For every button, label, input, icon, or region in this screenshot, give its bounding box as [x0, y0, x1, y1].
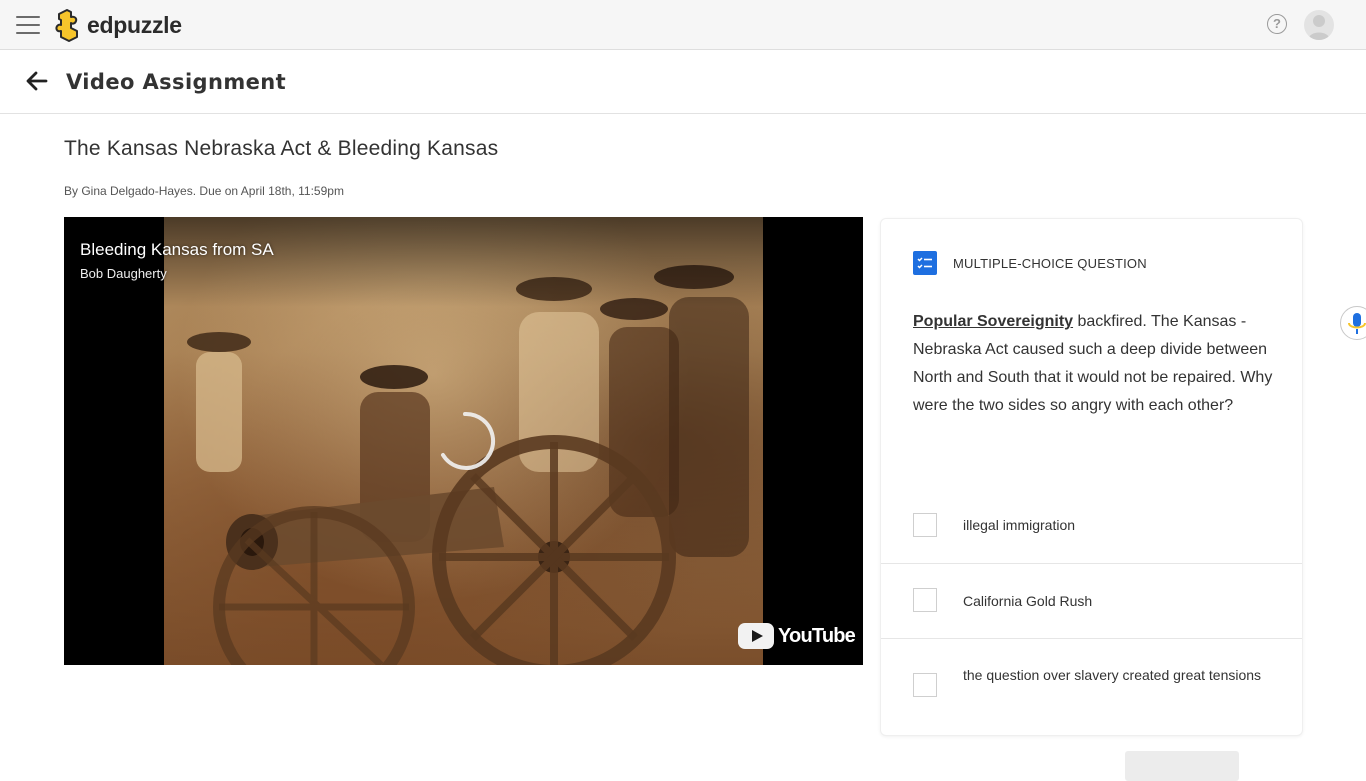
youtube-logo[interactable]: YouTube	[738, 623, 856, 649]
logo-wordmark: edpuzzle	[87, 11, 182, 38]
top-navigation-bar: edpuzzle ?	[0, 0, 1366, 50]
youtube-wordmark: YouTube	[778, 624, 856, 647]
answer-option[interactable]: California Gold Rush	[881, 564, 1302, 638]
youtube-play-icon	[738, 623, 774, 649]
answer-checkbox[interactable]	[913, 588, 937, 612]
user-silhouette-icon	[1308, 15, 1330, 40]
puzzle-piece-icon	[55, 9, 78, 42]
video-title[interactable]: Bleeding Kansas from SA	[80, 240, 274, 260]
question-keyword: Popular Sovereignity	[913, 313, 1074, 330]
page-title: Video Assignment	[66, 70, 287, 94]
microphone-icon	[1348, 313, 1366, 334]
user-avatar[interactable]	[1304, 10, 1334, 40]
assignment-meta: By Gina Delgado-Hayes. Due on April 18th…	[64, 184, 344, 198]
checklist-icon	[913, 251, 937, 275]
loading-spinner-icon	[434, 410, 496, 472]
answer-label[interactable]: illegal immigration	[963, 513, 1263, 537]
video-player[interactable]: Bleeding Kansas from SA Bob Daugherty Yo…	[64, 217, 863, 665]
question-text: Popular Sovereignity backfired. The Kans…	[913, 308, 1273, 420]
answer-label[interactable]: California Gold Rush	[963, 589, 1263, 613]
question-type-label: MULTIPLE-CHOICE QUESTION	[953, 256, 1147, 271]
answer-option[interactable]: illegal immigration	[881, 509, 1302, 563]
hamburger-menu-icon[interactable]	[14, 13, 42, 37]
back-arrow-icon[interactable]	[24, 68, 50, 94]
answer-option[interactable]: the question over slavery created great …	[881, 639, 1302, 735]
assignment-title: The Kansas Nebraska Act & Bleeding Kansa…	[64, 137, 499, 160]
answer-checkbox[interactable]	[913, 513, 937, 537]
answer-label[interactable]: the question over slavery created great …	[963, 663, 1263, 687]
video-channel[interactable]: Bob Daugherty	[80, 266, 167, 281]
voice-input-button[interactable]	[1340, 306, 1366, 340]
video-top-gradient	[64, 217, 863, 307]
help-icon[interactable]: ?	[1267, 14, 1287, 34]
page-header: Video Assignment	[0, 50, 1366, 114]
question-card: MULTIPLE-CHOICE QUESTION Popular Soverei…	[880, 218, 1303, 736]
edpuzzle-logo[interactable]: edpuzzle	[55, 8, 182, 42]
submit-button[interactable]	[1125, 751, 1239, 781]
answer-checkbox[interactable]	[913, 673, 937, 697]
